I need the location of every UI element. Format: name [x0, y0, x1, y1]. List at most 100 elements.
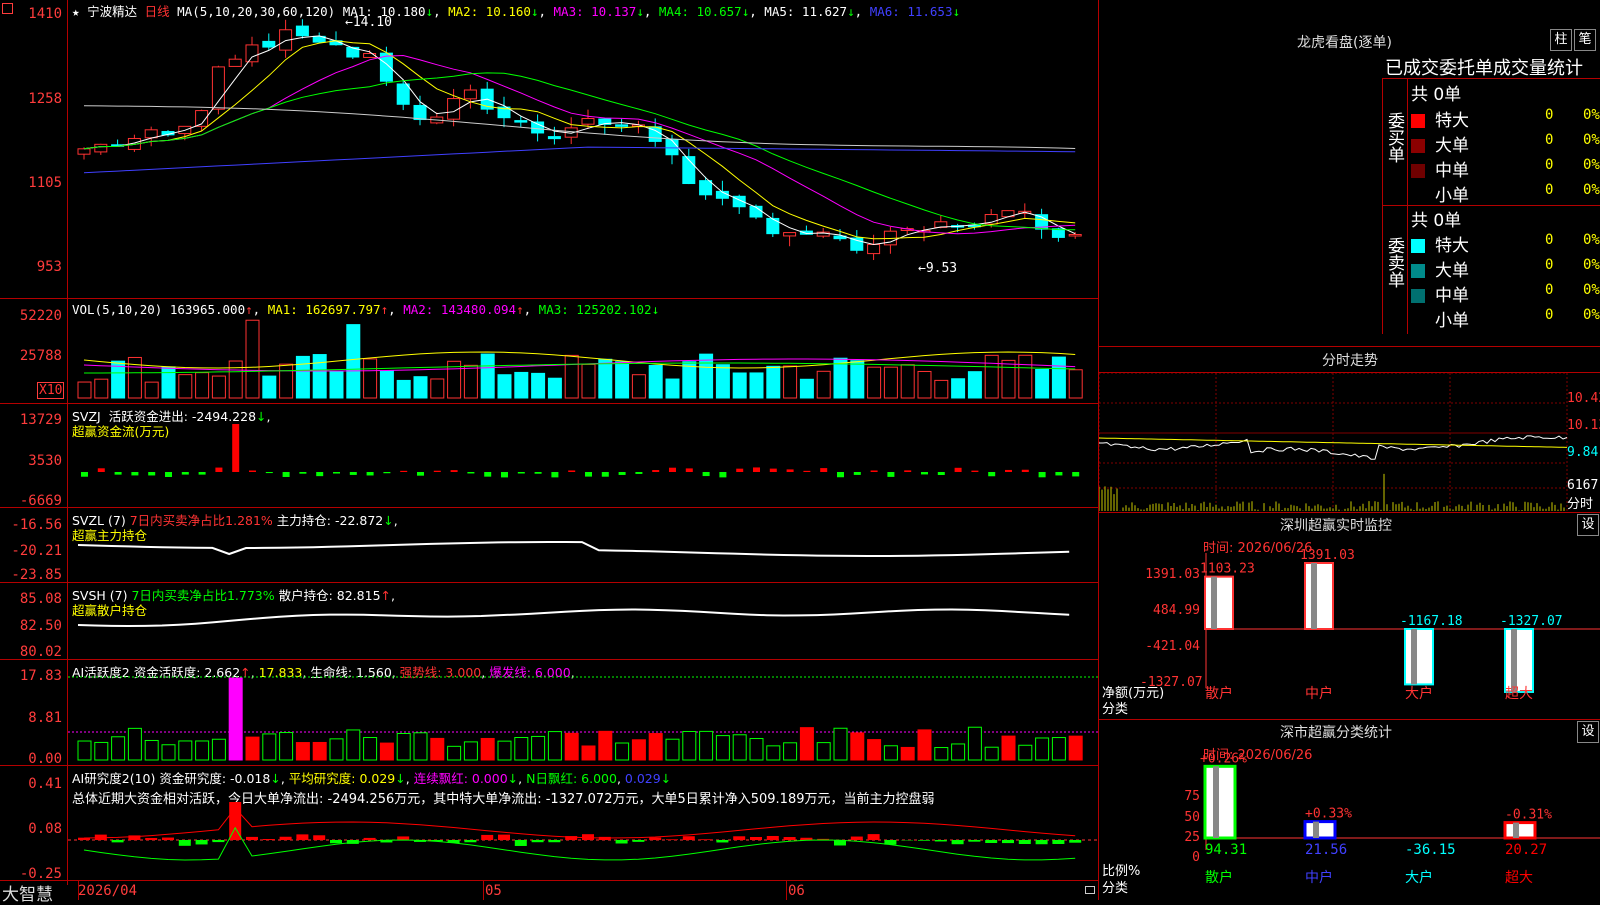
candle-body [296, 26, 308, 36]
ai2-bar [851, 837, 863, 840]
volume-bar [95, 379, 108, 398]
ai2-bar [112, 840, 124, 842]
monitor-bar-label-4: -1327.07 [1500, 614, 1563, 629]
divider-ai2-xaxis [0, 880, 1098, 881]
monitor-bar-3 [1405, 629, 1433, 684]
volume-bar [851, 361, 864, 398]
ai2-bar [767, 836, 779, 840]
volume-bar [985, 355, 998, 398]
buy-color-swatch [1411, 189, 1425, 203]
ai2-bar [1036, 840, 1048, 844]
volume-bar [515, 372, 528, 398]
volume-bar [246, 320, 259, 398]
monitor-bar-label-3: -1167.18 [1400, 614, 1463, 629]
volume-bar [313, 355, 326, 398]
intraday-axis-1: 10.42 [1567, 391, 1600, 406]
lhb-title: 龙虎看盘(逐单) [1297, 32, 1392, 52]
volume-bar [347, 325, 360, 398]
volume-bar [364, 359, 377, 398]
monitor-bar-2 [1305, 563, 1333, 629]
volume-bar [632, 375, 645, 398]
lock-icon[interactable] [1085, 886, 1095, 894]
volume-bar [380, 371, 393, 398]
volume-bar [683, 362, 696, 398]
sell-row-count: 0 [1545, 307, 1553, 323]
ai1-bar [246, 737, 259, 760]
ai2-bar [800, 838, 812, 840]
svzj-bar [350, 472, 357, 475]
buy-row-count: 0 [1545, 182, 1553, 198]
svzj-bar [1005, 470, 1012, 472]
buy-row-1: 特大00% [1411, 106, 1600, 128]
ai1-bar [229, 678, 242, 760]
volume-bar [128, 357, 141, 398]
ai1-bar [733, 735, 746, 760]
volume-bar [868, 367, 881, 398]
stat-box-left [1382, 78, 1383, 334]
svzj-bar [803, 471, 810, 472]
class-bar-value-1: 94.31 [1205, 842, 1247, 858]
buy-row-count: 0 [1545, 107, 1553, 123]
svzj-bar [467, 472, 474, 473]
sell-row-2: 大单00% [1411, 256, 1600, 278]
ai1-bar [700, 731, 713, 760]
ai1-bar [347, 730, 360, 760]
sell-color-swatch [1411, 264, 1425, 278]
svzj-bar [518, 472, 525, 474]
monitor-bar-shade [1411, 629, 1417, 684]
ai2-bar [700, 839, 712, 840]
candle-body [78, 149, 90, 154]
volume-bar [800, 379, 813, 398]
ai2-bar [313, 835, 325, 840]
ai1-bar [112, 737, 125, 760]
svzj-bar [1039, 472, 1046, 477]
sell-color-swatch [1411, 289, 1425, 303]
date-label-3: 06 [788, 883, 805, 899]
svzl-line [78, 542, 1069, 556]
class-category-label-2: 中户 [1305, 869, 1333, 886]
ai1-bar [448, 746, 461, 760]
volume-bar [616, 362, 629, 398]
volume-bar [733, 373, 746, 398]
svzj-bar [148, 472, 155, 475]
ai2-bar [296, 834, 308, 840]
ai2-bar [280, 837, 292, 840]
sell-row-count: 0 [1545, 257, 1553, 273]
ai1-bar [918, 730, 931, 760]
ai2-bar [616, 840, 628, 843]
candle-body [95, 144, 107, 152]
date-tick-1 [78, 881, 79, 900]
tick-view-button[interactable]: 笔 [1574, 29, 1596, 51]
ai1-bar [1002, 736, 1015, 760]
volume-bar [263, 376, 276, 398]
svzj-bar [115, 472, 122, 475]
volume-bar [548, 378, 561, 398]
buy-row-count: 0 [1545, 157, 1553, 173]
ai1-bar [330, 739, 343, 760]
svzj-bar [736, 469, 743, 472]
sell-row-3: 中单00% [1411, 281, 1600, 303]
ai1-bar [851, 733, 864, 760]
ai1-bar [380, 743, 393, 760]
sell-row-name: 大单 [1435, 261, 1469, 281]
ai1-bar [481, 738, 494, 760]
svzj-bar [820, 468, 827, 472]
column-view-button[interactable]: 柱 [1550, 29, 1572, 51]
svzj-bar [417, 472, 424, 476]
ai2-bar [481, 835, 493, 840]
volume-bar [532, 373, 545, 398]
volume-bar [179, 375, 192, 398]
svzj-bar [451, 470, 458, 472]
svzj-bar [484, 472, 491, 477]
volume-bar [196, 373, 209, 398]
svzj-bar [400, 471, 407, 472]
ai2-green-line [84, 828, 1075, 860]
ai2-bar [464, 840, 476, 842]
svzj-bar [635, 472, 642, 474]
volume-bar [397, 380, 410, 398]
candle-body [750, 206, 762, 217]
ai2-bar [918, 840, 930, 841]
volume-bar [750, 373, 763, 398]
ai1-bar [548, 732, 561, 760]
class-bar-shade [1513, 823, 1519, 838]
